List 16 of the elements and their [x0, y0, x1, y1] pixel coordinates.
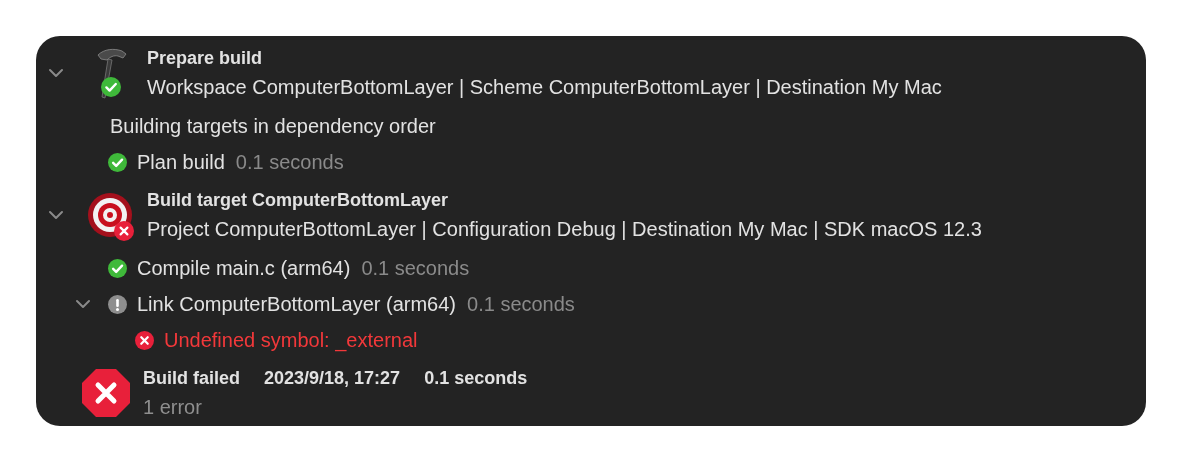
error-message: Undefined symbol: _external — [164, 328, 418, 352]
group-detail: Workspace ComputerBottomLayer | Scheme ComputerBottomLayer | Destination My Mac — [147, 75, 942, 100]
duration-text: 0.1 seconds — [361, 256, 470, 280]
group-detail: Project ComputerBottomLayer | Configuration Debug | Destination My Mac | SDK macOS 12.3 — [147, 217, 982, 242]
group-title: Prepare build — [147, 47, 264, 70]
result-duration: 0.1 seconds — [424, 367, 528, 390]
result-summary: 1 error — [143, 395, 203, 420]
step-text: Compile main.c (arm64) — [137, 256, 351, 280]
result-date: 2023/9/18, 17:27 — [264, 367, 401, 390]
step-text: Plan build — [137, 150, 225, 174]
step-text: Building targets in dependency order — [110, 114, 436, 138]
result-title: Build failed — [143, 367, 240, 390]
duration-text: 0.1 seconds — [467, 292, 575, 316]
duration-text: 0.1 seconds — [235, 150, 344, 174]
step-text: Link ComputerBottomLayer (arm64) — [137, 292, 456, 316]
group-title: Build target ComputerBottomLayer — [147, 189, 450, 212]
